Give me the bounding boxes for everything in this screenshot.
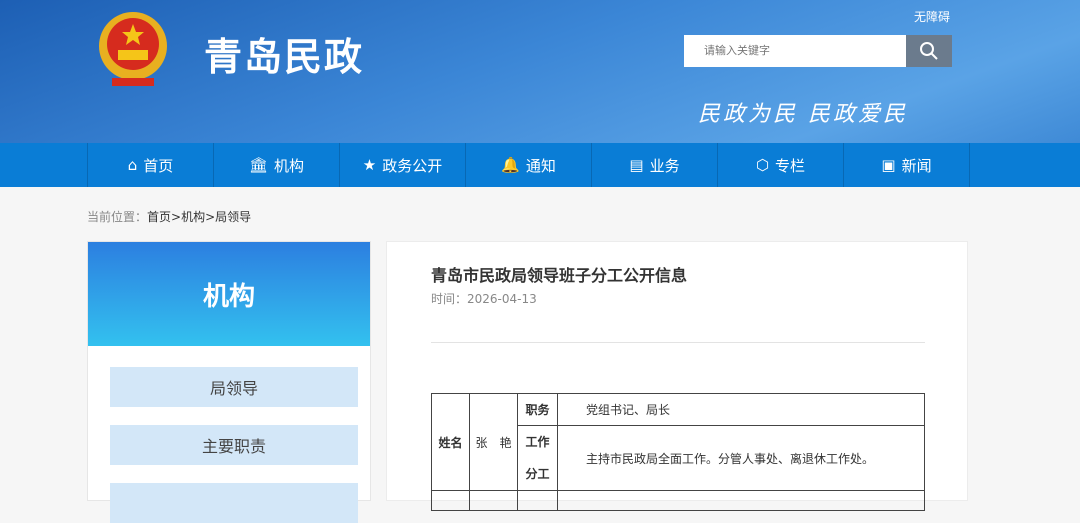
breadcrumb-separator: > [205, 210, 216, 224]
article-title: 青岛市民政局领导班子分工公开信息 [431, 266, 688, 285]
badge-icon: ⬡ [755, 156, 770, 174]
breadcrumb-home[interactable]: 首页 [147, 210, 171, 224]
duty-value: 主持市民政局全面工作。分管人事处、离退休工作处。 [557, 425, 925, 491]
sidebar-item-leaders[interactable]: 局领导 [110, 367, 358, 407]
search-input[interactable] [684, 35, 906, 67]
accessibility-link[interactable]: 无障碍 [914, 8, 950, 25]
nav-item-2[interactable]: ★ 政务公开 [340, 143, 466, 187]
nav-item-6[interactable]: ▣ 新闻 [844, 143, 970, 187]
duty-label: 工作 分工 [517, 425, 558, 491]
sidebar: 机构 局领导 主要职责 [87, 241, 371, 523]
nav-label: 政务公开 [382, 156, 443, 175]
nav-item-5[interactable]: ⬡ 专栏 [718, 143, 844, 187]
leader-table: 姓名 张 艳 职务 党组书记、局长 工作分工 主持市民政局全面工作。分管人事处、… [431, 393, 925, 511]
breadcrumb: 当前位置：首页>机构>局领导 [87, 208, 251, 225]
header: 青岛民政 无障碍 民政为民 民政爱民 [0, 0, 1080, 143]
national-emblem-icon [99, 12, 167, 86]
article-date: 时间：2026-04-13 [431, 292, 537, 306]
name-value: 张 艳 [469, 393, 518, 491]
sidebar-item-next[interactable] [110, 483, 358, 523]
position-label: 职务 [517, 393, 558, 426]
news-icon: ▣ [881, 156, 896, 174]
nav-label: 机构 [274, 156, 305, 175]
document-icon: ▤ [629, 156, 644, 174]
search-icon [920, 42, 938, 60]
name-label: 姓名 [431, 393, 470, 491]
nav-label: 新闻 [901, 156, 932, 175]
institution-icon: 🏛 [248, 156, 269, 174]
sidebar-title: 机构 [88, 242, 370, 346]
search-button[interactable] [906, 35, 952, 67]
main-nav: ⌂ 首页 🏛 机构 ★ 政务公开 🔔 通知 ▤ 业务 ⬡ 专栏 ▣ 新闻 [0, 143, 1080, 187]
nav-item-4[interactable]: ▤ 业务 [592, 143, 718, 187]
nav-label: 首页 [143, 156, 174, 175]
nav-label: 业务 [649, 156, 680, 175]
bell-icon: 🔔 [501, 156, 520, 174]
site-title: 青岛民政 [204, 35, 365, 79]
article-panel: 青岛市民政局领导班子分工公开信息 时间：2026-04-13 姓名 张 艳 职务… [386, 241, 968, 511]
nav-item-1[interactable]: 🏛 机构 [214, 143, 340, 187]
position-value: 党组书记、局长 [557, 393, 925, 426]
nav-label: 通知 [525, 156, 556, 175]
breadcrumb-separator: > [171, 210, 182, 224]
home-icon: ⌂ [127, 156, 138, 174]
duty-label-line: 分工 [525, 467, 550, 481]
duty-label-line: 工作 [525, 435, 550, 449]
breadcrumb-leaders[interactable]: 局领导 [215, 210, 251, 224]
search-bar [684, 35, 952, 67]
divider [431, 342, 925, 343]
breadcrumb-institution[interactable]: 机构 [181, 210, 205, 224]
nav-label: 专栏 [775, 156, 806, 175]
nav-item-0[interactable]: ⌂ 首页 [88, 143, 214, 187]
breadcrumb-label: 当前位置： [87, 210, 148, 224]
slogan: 民政为民 民政爱民 [698, 102, 908, 127]
table-row [431, 490, 925, 511]
sidebar-item-duties[interactable]: 主要职责 [110, 425, 358, 465]
star-icon: ★ [362, 156, 377, 174]
table-row: 姓名 张 艳 职务 党组书记、局长 [431, 393, 925, 491]
nav-item-3[interactable]: 🔔 通知 [466, 143, 592, 187]
